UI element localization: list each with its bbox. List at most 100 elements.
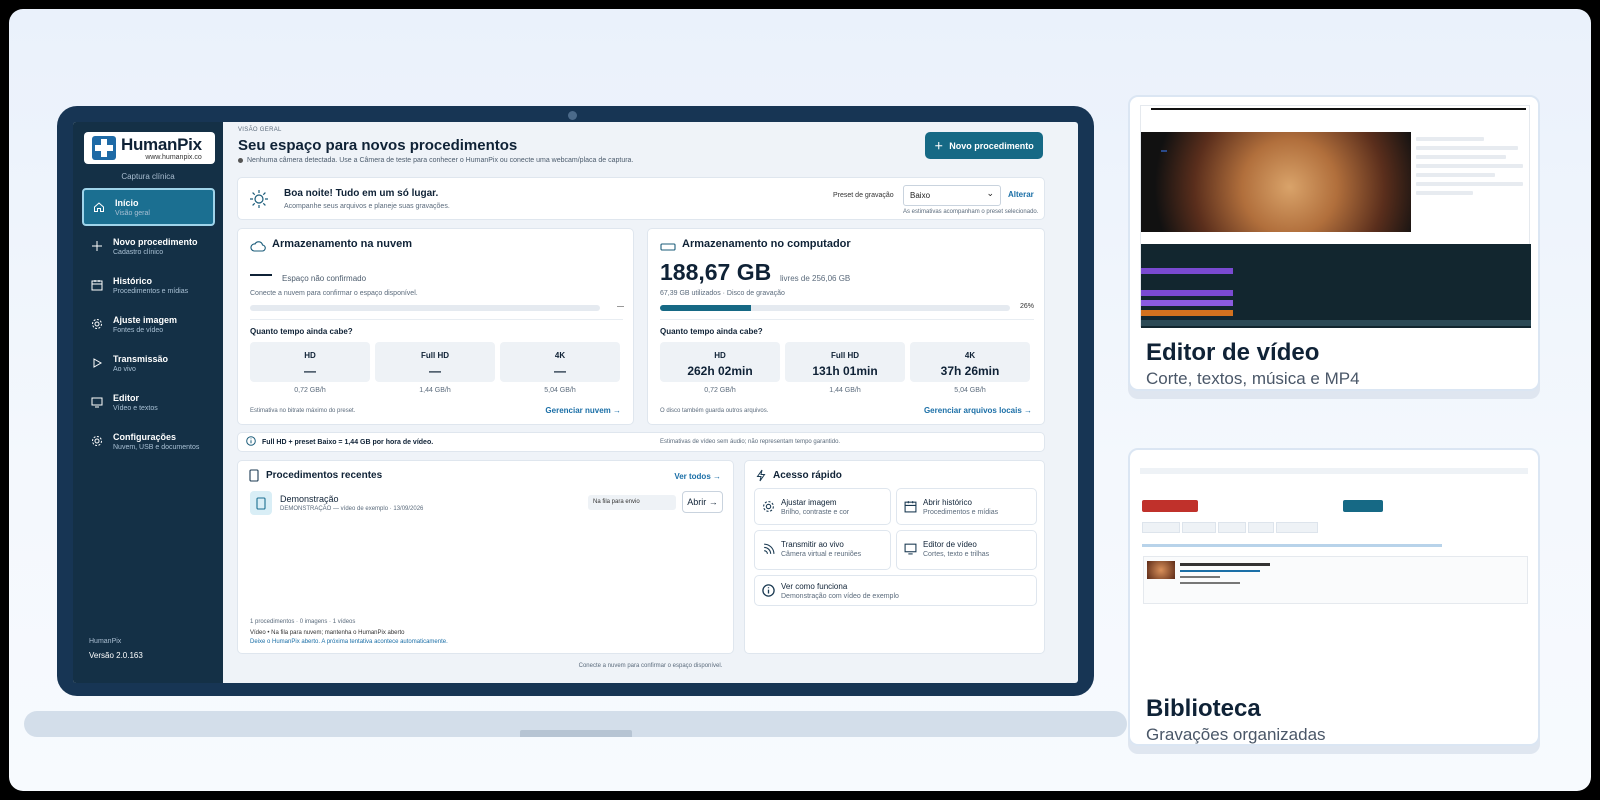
new-procedure-button[interactable]: ＋ Novo procedimento bbox=[925, 132, 1043, 159]
sidebar-item-label: Transmissão bbox=[113, 353, 169, 364]
sidebar-item-editor[interactable]: Editor Vídeo e textos bbox=[82, 383, 215, 421]
quick-video-editor[interactable]: Editor de vídeo Cortes, texto e trilhas bbox=[896, 530, 1037, 570]
tile-value: 37h 26min bbox=[940, 364, 1000, 378]
sidebar-footer-name: HumanPix bbox=[89, 638, 122, 645]
local-question: Quanto tempo ainda cabe? bbox=[660, 327, 763, 336]
sidebar-nav: Início Visão geral Novo procedimento Cadas… bbox=[82, 188, 215, 461]
see-all-link[interactable]: Ver todos → bbox=[674, 472, 721, 481]
preview-video-frame bbox=[1141, 132, 1411, 232]
monitor-icon bbox=[904, 542, 917, 560]
tile-label: Full HD bbox=[421, 351, 449, 360]
cloud-question: Quanto tempo ainda cabe? bbox=[250, 327, 353, 336]
preset-label: Preset de gravação bbox=[833, 192, 894, 199]
sidebar-item-label: Ajuste imagem bbox=[113, 314, 178, 325]
greeting-subtitle: Acompanhe seus arquivos e planeje suas g… bbox=[284, 203, 450, 210]
tile-value: 131h 01min bbox=[812, 364, 878, 378]
sidebar-item-sub: Procedimentos e mídias bbox=[113, 287, 189, 295]
preview-line bbox=[1180, 570, 1260, 572]
quick-item-sub: Cortes, texto e trilhas bbox=[923, 551, 990, 558]
quick-live-stream[interactable]: Transmitir ao vivo Câmera virtual e reun… bbox=[754, 530, 891, 570]
laptop-notch bbox=[520, 730, 632, 737]
procedure-row[interactable]: Demonstração DEMONSTRAÇÃO — vídeo de exe… bbox=[250, 489, 725, 519]
preset-change-link[interactable]: Alterar bbox=[1008, 190, 1034, 199]
quick-item-title: Transmitir ao vivo bbox=[781, 540, 844, 549]
recent-stats: 1 procedimentos · 0 imagens · 1 vídeos bbox=[250, 619, 356, 625]
preview-tab bbox=[1248, 522, 1274, 533]
rate-label: 1,44 GB/h bbox=[829, 387, 861, 394]
preview-topline bbox=[1151, 108, 1526, 110]
cloud-hint: Conecte a nuvem para confirmar o espaço … bbox=[250, 290, 418, 297]
preview-line bbox=[1416, 155, 1507, 159]
sidebar-item-historico[interactable]: Histórico Procedimentos e mídias bbox=[82, 266, 215, 304]
recent-title: Procedimentos recentes bbox=[266, 470, 383, 481]
quick-how-it-works[interactable]: Ver como funciona Demonstração com vídeo… bbox=[754, 575, 1037, 606]
local-usage-bar bbox=[660, 305, 1010, 311]
procedure-subtitle: DEMONSTRAÇÃO — vídeo de exemplo · 13/09/… bbox=[280, 506, 424, 512]
editor-preview-image bbox=[1140, 105, 1531, 328]
preview-status-line bbox=[1142, 544, 1442, 547]
screen-footer-note: Conecte a nuvem para confirmar o espaço … bbox=[578, 663, 723, 669]
calendar-icon bbox=[904, 500, 917, 518]
manage-cloud-link[interactable]: Gerenciar nuvem → bbox=[545, 406, 621, 415]
tile-value: — bbox=[304, 364, 316, 378]
preview-header-bar bbox=[1140, 468, 1528, 474]
info-icon bbox=[246, 433, 256, 451]
rate-label: 1,44 GB/h bbox=[419, 387, 451, 394]
new-procedure-label: Novo procedimento bbox=[949, 140, 1034, 151]
tile-label: HD bbox=[714, 351, 726, 360]
cloud-usage-label: — bbox=[617, 303, 624, 310]
sidebar-item-ajuste-imagem[interactable]: Ajuste imagem Fontes de vídeo bbox=[82, 305, 215, 343]
gear-icon bbox=[90, 434, 104, 448]
preset-select[interactable]: Baixo bbox=[903, 185, 1001, 206]
monitor-icon bbox=[90, 395, 104, 409]
rate-label: 5,04 GB/h bbox=[544, 387, 576, 394]
sidebar-item-configuracoes[interactable]: Configurações Nuvem, USB e documentos bbox=[82, 422, 215, 460]
tile-label: Full HD bbox=[831, 351, 859, 360]
cloud-tile-hd: HD — bbox=[250, 342, 370, 382]
procedure-name: Demonstração bbox=[280, 494, 339, 504]
sun-icon bbox=[250, 190, 268, 213]
recent-keep-open-note: Deixe o HumanPix aberto. A próxima tenta… bbox=[250, 639, 448, 645]
preview-timeline bbox=[1141, 244, 1531, 328]
play-icon bbox=[90, 356, 104, 370]
sidebar-item-sub: Ao vivo bbox=[113, 365, 136, 373]
quick-access-title: Acesso rápido bbox=[773, 470, 842, 481]
logo-cross-icon bbox=[92, 136, 116, 160]
quick-item-title: Ver como funciona bbox=[781, 582, 848, 591]
local-rates: 0,72 GB/h 1,44 GB/h 5,04 GB/h bbox=[660, 387, 1030, 394]
cloud-rates: 0,72 GB/h 1,44 GB/h 5,04 GB/h bbox=[250, 387, 620, 394]
cloud-time-tiles: HD — Full HD — 4K — bbox=[250, 342, 620, 382]
local-usage-fill bbox=[660, 305, 751, 311]
library-preview-image bbox=[1140, 458, 1530, 608]
recent-queue-note: Vídeo • Na fila para nuvem; mantenha o H… bbox=[250, 630, 405, 636]
cloud-dash bbox=[250, 274, 272, 276]
local-used-space: 67,39 GB utilizados · Disco de gravação bbox=[660, 290, 785, 297]
sidebar-item-sub: Vídeo e textos bbox=[113, 404, 158, 412]
preview-line bbox=[1416, 173, 1496, 177]
logo[interactable]: HumanPix www.humanpix.co bbox=[84, 132, 215, 164]
sidebar-item-novo-procedimento[interactable]: Novo procedimento Cadastro clínico bbox=[82, 227, 215, 265]
quick-adjust-image[interactable]: Ajustar imagem Brilho, contraste e cor bbox=[754, 488, 891, 525]
plus-icon bbox=[90, 239, 104, 253]
timeline-clip bbox=[1141, 300, 1233, 306]
local-tile-fullhd: Full HD 131h 01min bbox=[785, 342, 905, 382]
gear-icon bbox=[762, 500, 775, 518]
local-tile-4k: 4K 37h 26min bbox=[910, 342, 1030, 382]
broadcast-icon bbox=[762, 542, 775, 560]
preview-line bbox=[1416, 182, 1524, 186]
open-procedure-button[interactable]: Abrir → bbox=[682, 491, 723, 513]
sidebar-item-sub: Cadastro clínico bbox=[113, 248, 164, 256]
drive-icon bbox=[660, 239, 676, 257]
library-promo-card[interactable]: Biblioteca Gravações organizadas bbox=[1128, 448, 1540, 746]
manage-local-link[interactable]: Gerenciar arquivos locais → bbox=[924, 406, 1032, 415]
timeline-clip bbox=[1141, 268, 1233, 274]
tile-value: — bbox=[429, 364, 441, 378]
editor-promo-card[interactable]: Editor de vídeo Corte, textos, música e … bbox=[1128, 95, 1540, 391]
quick-item-title: Ajustar imagem bbox=[781, 498, 837, 507]
page-eyebrow: VISÃO GERAL bbox=[238, 127, 282, 133]
sidebar-item-inicio[interactable]: Início Visão geral bbox=[82, 188, 215, 226]
quick-open-history[interactable]: Abrir histórico Procedimentos e mídias bbox=[896, 488, 1037, 525]
sidebar-item-transmissao[interactable]: Transmissão Ao vivo bbox=[82, 344, 215, 382]
cloud-icon bbox=[250, 239, 266, 257]
cloud-tile-4k: 4K — bbox=[500, 342, 620, 382]
